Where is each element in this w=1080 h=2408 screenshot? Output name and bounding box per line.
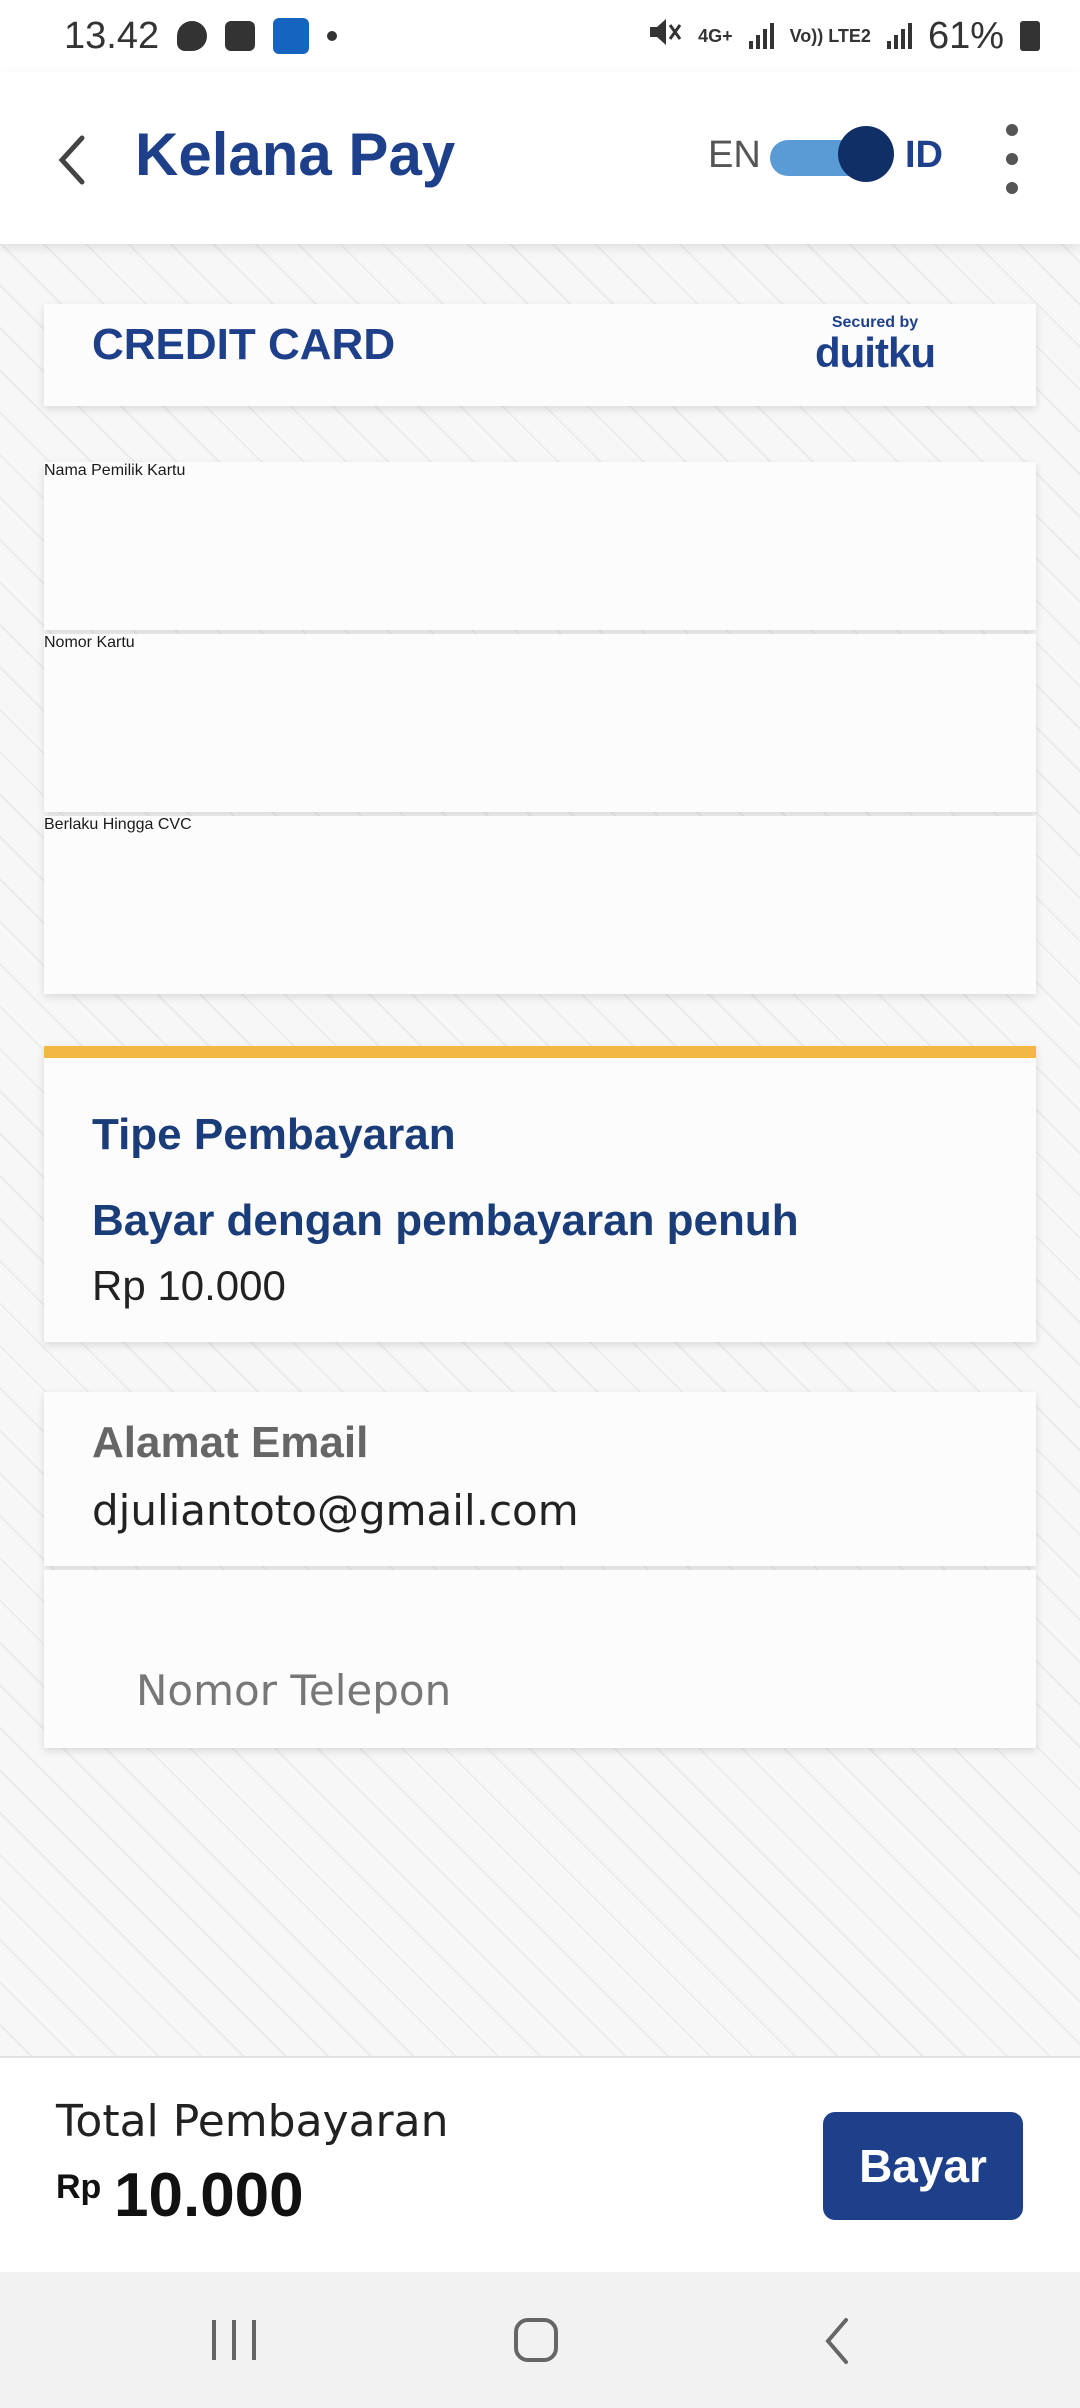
more-notifications-dot-icon xyxy=(327,31,338,41)
email-label: Alamat Email xyxy=(92,1418,369,1467)
battery-percent: 61% xyxy=(927,14,1004,57)
language-option-en[interactable]: EN xyxy=(708,134,761,177)
network-type-label: 4G+ xyxy=(698,26,733,46)
page-title: Kelana Pay xyxy=(135,121,456,188)
total-currency: Rp xyxy=(56,2168,102,2206)
card-number-field[interactable]: Nomor Kartu xyxy=(44,634,1036,812)
gallery-notification-icon xyxy=(225,21,256,51)
total-label: Total Pembayaran xyxy=(56,2096,449,2147)
phone-field[interactable]: Nomor Telepon xyxy=(44,1570,1036,1748)
back-arrow-icon[interactable] xyxy=(48,130,98,190)
status-time: 13.42 xyxy=(64,14,160,57)
nav-back-icon[interactable] xyxy=(822,2316,852,2366)
status-bar: 13.42 4G+ Vo)) LTE2 61% xyxy=(0,0,1080,72)
cvc-field[interactable]: CVC xyxy=(158,816,192,833)
battery-icon xyxy=(1020,21,1040,51)
signal-2-icon xyxy=(886,23,912,49)
total-amount: 10.000 xyxy=(114,2161,304,2230)
mute-icon xyxy=(648,15,682,58)
volte-label: Vo)) LTE2 xyxy=(789,26,871,46)
duitku-logo: Secured by duitku xyxy=(800,314,950,374)
app-header: Kelana Pay EN ID xyxy=(0,72,1080,244)
more-options-icon[interactable] xyxy=(1000,124,1024,194)
provider-name: duitku xyxy=(815,329,936,376)
pay-button[interactable]: Bayar xyxy=(823,2112,1023,2220)
email-value[interactable]: djuliantoto@gmail.com xyxy=(92,1486,579,1535)
language-option-id[interactable]: ID xyxy=(905,134,943,177)
payment-type-label: Tipe Pembayaran xyxy=(92,1110,456,1159)
language-toggle-knob[interactable] xyxy=(838,126,894,182)
credit-card-title: CREDIT CARD xyxy=(92,320,396,369)
card-number-placeholder: Nomor Kartu xyxy=(44,634,135,651)
home-icon[interactable] xyxy=(514,2318,558,2362)
card-holder-placeholder: Nama Pemilik Kartu xyxy=(44,462,186,479)
signal-icon xyxy=(748,23,774,49)
payment-amount: Rp 10.000 xyxy=(92,1262,286,1309)
recent-apps-icon[interactable] xyxy=(212,2320,256,2360)
chat-notification-icon xyxy=(177,21,208,51)
expiry-cvc-row: Berlaku Hingga CVC xyxy=(44,816,1036,994)
expiry-field[interactable]: Berlaku Hingga xyxy=(44,816,153,833)
tiket-app-icon xyxy=(273,18,310,54)
card-holder-field[interactable]: Nama Pemilik Kartu xyxy=(44,462,1036,630)
payment-mode: Bayar dengan pembayaran penuh xyxy=(92,1196,799,1245)
phone-placeholder: Nomor Telepon xyxy=(136,1666,452,1715)
